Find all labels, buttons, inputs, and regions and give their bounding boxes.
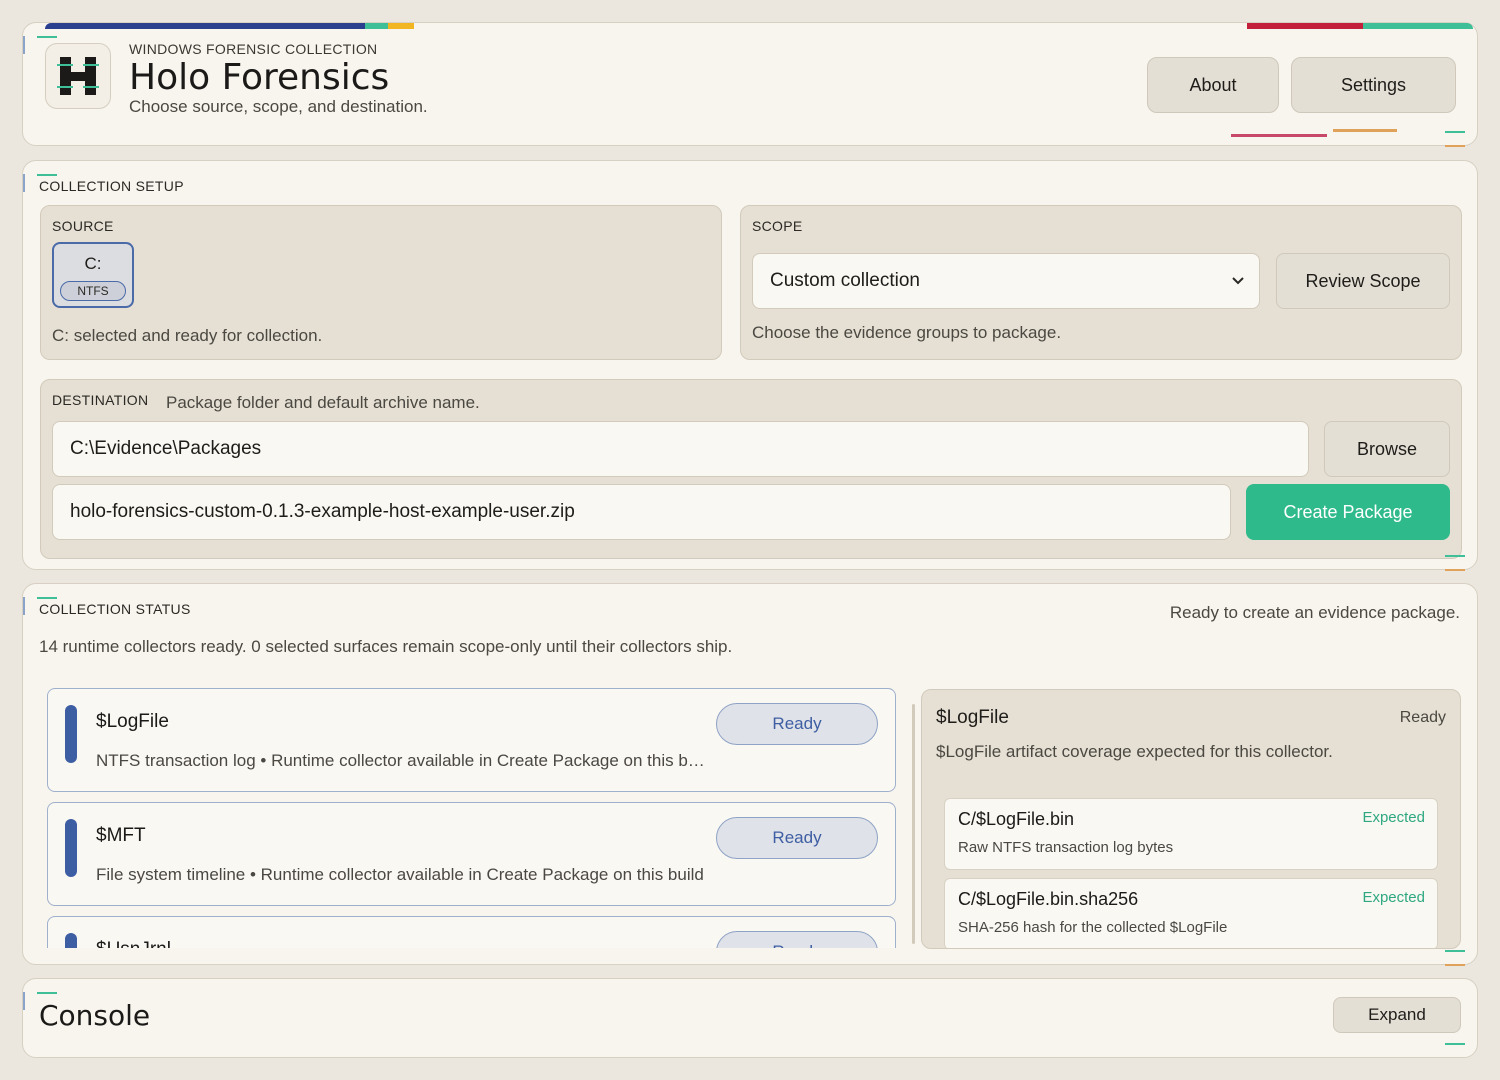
source-label: SOURCE: [52, 218, 114, 234]
app-subtitle: Choose source, scope, and destination.: [129, 97, 428, 116]
app-kicker: WINDOWS FORENSIC COLLECTION: [129, 41, 378, 57]
collector-name: $MFT: [96, 825, 146, 846]
corner-accent: [37, 597, 57, 599]
artifact-item: C/$LogFile.bin Expected Raw NTFS transac…: [944, 798, 1438, 870]
accent-underline: [1231, 134, 1327, 137]
holo-h-logo-icon: [57, 57, 99, 95]
scope-hint: Choose the evidence groups to package.: [752, 323, 1062, 342]
collector-description: File system timeline • Runtime collector…: [96, 865, 704, 884]
destination-folder-input[interactable]: C:\Evidence\Packages: [52, 421, 1309, 477]
corner-accent: [1445, 555, 1465, 557]
browse-button[interactable]: Browse: [1324, 421, 1450, 477]
review-scope-button[interactable]: Review Scope: [1276, 253, 1450, 309]
corner-accent: [23, 36, 25, 54]
collection-setup-panel: COLLECTION SETUP SOURCE C: NTFS C: selec…: [22, 160, 1478, 571]
corner-accent: [1445, 569, 1465, 571]
collector-status-badge: Ready: [716, 703, 878, 745]
chevron-down-icon: [1232, 277, 1244, 285]
corner-accent: [1445, 145, 1465, 147]
collector-list[interactable]: $LogFile NTFS transaction log • Runtime …: [47, 688, 897, 948]
accent-stripe-red: [1247, 23, 1363, 29]
collector-accent-bar: [65, 819, 77, 877]
status-summary: 14 runtime collectors ready. 0 selected …: [39, 637, 733, 656]
scope-label: SCOPE: [752, 218, 803, 234]
detail-description: $LogFile artifact coverage expected for …: [936, 742, 1333, 761]
corner-accent: [1445, 131, 1465, 133]
collector-accent-bar: [65, 705, 77, 763]
corner-accent: [37, 36, 57, 38]
corner-accent: [37, 174, 57, 176]
corner-accent: [23, 174, 25, 192]
status-ready-text: Ready to create an evidence package.: [1169, 603, 1460, 622]
collection-status-panel: COLLECTION STATUS Ready to create an evi…: [22, 583, 1478, 966]
artifact-name: C/$LogFile.bin: [958, 809, 1075, 829]
artifact-name: C/$LogFile.bin.sha256: [958, 889, 1139, 909]
accent-stripe-blue: [45, 23, 365, 29]
destination-label: DESTINATION: [52, 392, 149, 408]
accent-stripe-yellow: [388, 23, 414, 29]
artifact-item: C/$LogFile.bin.sha256 Expected SHA-256 h…: [944, 878, 1438, 948]
corner-accent: [37, 992, 57, 994]
collector-status-badge: Ready: [716, 931, 878, 948]
console-panel: Console Expand: [22, 978, 1478, 1058]
collector-name: $LogFile: [96, 711, 169, 732]
corner-accent: [1445, 1043, 1465, 1045]
expand-console-button[interactable]: Expand: [1333, 997, 1461, 1033]
corner-accent: [23, 992, 25, 1010]
corner-accent: [23, 597, 25, 615]
corner-accent: [1445, 950, 1465, 952]
about-button[interactable]: About: [1147, 57, 1279, 113]
scope-card: SCOPE Custom collection Review Scope Cho…: [740, 205, 1462, 360]
detail-status: Ready: [1399, 709, 1446, 726]
collector-item[interactable]: $LogFile NTFS transaction log • Runtime …: [47, 688, 896, 792]
app-title: Holo Forensics: [129, 57, 390, 98]
accent-underline: [1333, 129, 1397, 132]
app-header: WINDOWS FORENSIC COLLECTION Holo Forensi…: [22, 22, 1478, 147]
scope-selected-value: Custom collection: [770, 270, 920, 291]
settings-button[interactable]: Settings: [1291, 57, 1456, 113]
list-scrollbar[interactable]: [912, 704, 915, 944]
scope-select[interactable]: Custom collection: [752, 253, 1260, 309]
collector-accent-bar: [65, 933, 77, 948]
destination-card: DESTINATION Package folder and default a…: [40, 379, 1462, 559]
drive-tile-c[interactable]: C: NTFS: [52, 242, 134, 308]
collector-description: NTFS transaction log • Runtime collector…: [96, 751, 706, 770]
collector-name: $UsnJrnl: [96, 939, 171, 948]
artifact-status: Expected: [1362, 889, 1425, 906]
archive-name-input[interactable]: holo-forensics-custom-0.1.3-example-host…: [52, 484, 1231, 540]
collector-item[interactable]: $UsnJrnl Ready: [47, 916, 896, 948]
filesystem-badge: NTFS: [60, 281, 126, 301]
detail-title: $LogFile: [936, 707, 1009, 728]
collector-status-badge: Ready: [716, 817, 878, 859]
accent-stripe-green-right: [1363, 23, 1473, 29]
corner-accent: [1445, 964, 1465, 966]
collector-item[interactable]: $MFT File system timeline • Runtime coll…: [47, 802, 896, 906]
collector-detail-panel: $LogFile Ready $LogFile artifact coverag…: [921, 689, 1461, 949]
app-logo-icon: [45, 43, 111, 109]
source-status-text: C: selected and ready for collection.: [52, 326, 323, 345]
create-package-button[interactable]: Create Package: [1246, 484, 1450, 540]
console-title: Console: [39, 999, 151, 1032]
artifact-description: SHA-256 hash for the collected $LogFile: [958, 919, 1228, 936]
drive-letter: C:: [84, 254, 102, 273]
section-title: COLLECTION SETUP: [39, 178, 184, 194]
source-card: SOURCE C: NTFS C: selected and ready for…: [40, 205, 722, 360]
destination-hint: Package folder and default archive name.: [166, 393, 480, 412]
artifact-description: Raw NTFS transaction log bytes: [958, 839, 1174, 856]
artifact-status: Expected: [1362, 809, 1425, 826]
section-title: COLLECTION STATUS: [39, 601, 191, 617]
